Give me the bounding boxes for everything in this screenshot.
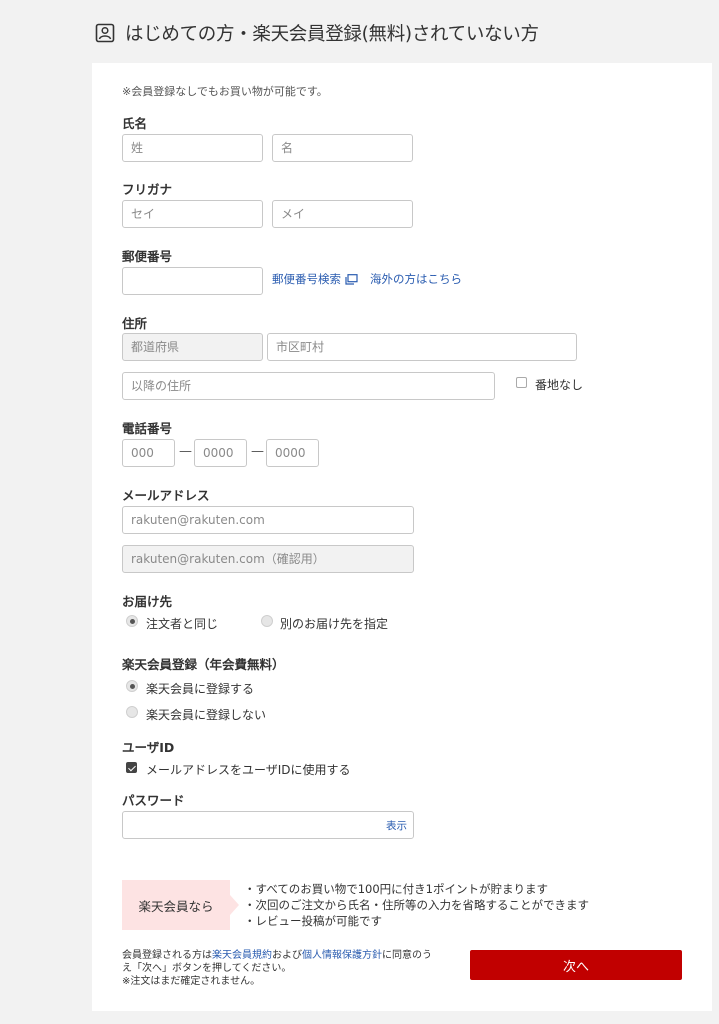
delivery-other-radio[interactable] [261,615,273,627]
membership-register-radio[interactable] [126,680,138,692]
member-benefit-list: ・すべてのお買い物で100円に付き1ポイントが貯まります ・次回のご注文から氏名… [244,881,589,929]
benefit-arrow [230,895,239,915]
password-field: 表示 [122,811,414,839]
city-input[interactable] [267,333,577,361]
page-title: はじめての方・楽天会員登録(無料)されていない方 [125,24,539,45]
next-button[interactable]: 次へ [470,950,682,980]
member-benefit-box: 楽天会員なら [122,880,230,930]
id-card-icon [95,23,115,43]
no-house-number-label: 番地なし [535,378,584,392]
membership-register-label: 楽天会員に登録する [146,682,255,696]
guest-order-form: ※会員登録なしでもお買い物が可能です。 氏名 フリガナ 郵便番号 郵便番号検索 … [92,63,712,1011]
email-input[interactable] [122,506,414,534]
membership-skip-radio[interactable] [126,706,138,718]
privacy-policy-link[interactable]: 個人情報保護方針 [302,950,382,961]
member-benefit-title: 楽天会員なら [138,898,214,914]
consent-text-pre: 会員登録される方は [122,950,212,961]
password-label: パスワード [122,793,185,808]
postal-code-input[interactable] [122,267,263,295]
use-email-as-userid-checkbox[interactable] [126,762,137,773]
email-confirm-input[interactable] [122,545,414,573]
delivery-same-radio[interactable] [126,615,138,627]
delivery-label: お届け先 [122,594,173,609]
delivery-same-label: 注文者と同じ [146,617,219,631]
email-label: メールアドレス [122,488,210,503]
terms-link[interactable]: 楽天会員規約 [212,950,272,961]
use-email-as-userid-label: メールアドレスをユーザIDに使用する [146,763,351,777]
phone-separator: — [251,444,264,459]
phone-part2-input[interactable] [194,439,247,467]
delivery-other-label: 別のお届け先を指定 [280,617,389,631]
address-label: 住所 [122,316,148,331]
order-not-confirmed-note: ※注文はまだ確定されません。 [122,976,261,987]
phone-part3-input[interactable] [266,439,319,467]
kana-label: フリガナ [122,182,173,197]
overseas-link[interactable]: 海外の方はこちら [370,271,462,287]
last-name-kana-input[interactable] [122,200,263,228]
prefecture-select[interactable] [122,333,263,361]
membership-label: 楽天会員登録（年会費無料） [122,657,285,672]
external-window-icon [345,273,358,285]
consent-text: 会員登録される方は楽天会員規約および個人情報保護方針に同意のうえ「次へ」ボタンを… [122,949,432,988]
street-address-input[interactable] [122,372,495,400]
last-name-input[interactable] [122,134,263,162]
consent-text-mid: および [272,950,302,961]
section-header: はじめての方・楽天会員登録(無料)されていない方 [95,16,695,50]
membership-skip-label: 楽天会員に登録しない [146,708,267,722]
phone-label: 電話番号 [122,421,173,436]
name-label: 氏名 [122,116,148,131]
postal-links: 郵便番号検索 海外の方はこちら [272,271,462,287]
benefit-item: ・すべてのお買い物で100円に付き1ポイントが貯まります [244,882,548,896]
phone-separator: — [179,444,192,459]
first-name-kana-input[interactable] [272,200,413,228]
no-house-number-checkbox[interactable] [516,377,527,388]
benefit-item: ・次回のご注文から氏名・住所等の入力を省略することができます [244,898,589,912]
first-name-input[interactable] [272,134,413,162]
password-input[interactable] [122,811,414,839]
guest-note: ※会員登録なしでもお買い物が可能です。 [122,85,328,98]
userid-label: ユーザID [122,740,175,755]
phone-part1-input[interactable] [122,439,175,467]
postal-search-link[interactable]: 郵便番号検索 [272,271,341,287]
show-password-link[interactable]: 表示 [386,818,407,833]
postal-label: 郵便番号 [122,249,173,264]
benefit-item: ・レビュー投稿が可能です [244,914,382,928]
